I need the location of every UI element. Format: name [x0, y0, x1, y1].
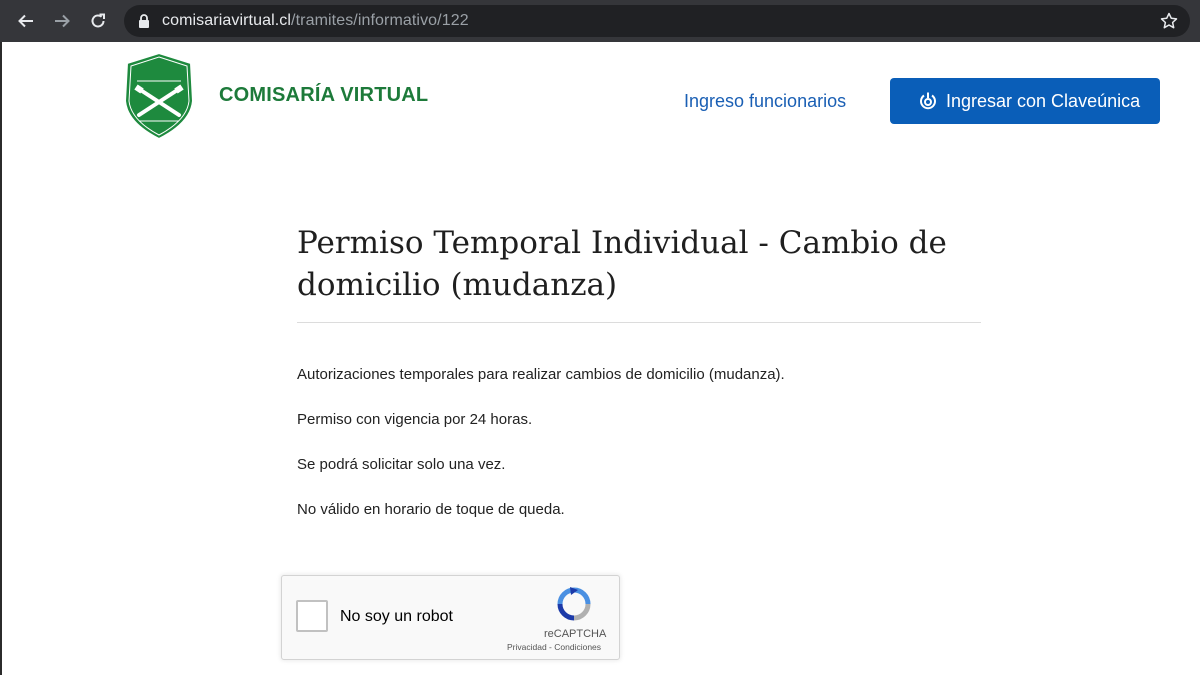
back-arrow-icon[interactable]	[8, 3, 44, 39]
power-icon	[918, 91, 938, 111]
recaptcha-widget: No soy un robot reCAPTCHA Privacidad - C…	[281, 575, 620, 660]
claveunica-button-label: Ingresar con Claveúnica	[946, 90, 1141, 111]
staff-login-link[interactable]: Ingreso funcionarios	[684, 91, 846, 112]
claveunica-login-button[interactable]: Ingresar con Claveúnica	[890, 78, 1160, 124]
recaptcha-checkbox[interactable]	[296, 600, 328, 632]
url-text: comisariavirtual.cl/tramites/informativo…	[162, 12, 469, 30]
address-bar[interactable]: comisariavirtual.cl/tramites/informativo…	[124, 5, 1190, 37]
recaptcha-logo-icon	[557, 587, 591, 621]
forward-arrow-icon[interactable]	[44, 3, 80, 39]
site-brand[interactable]: COMISARÍA VIRTUAL	[219, 84, 428, 107]
url-host: comisariavirtual.cl	[162, 12, 292, 29]
recaptcha-label: No soy un robot	[340, 608, 453, 625]
url-path: /tramites/informativo/122	[291, 12, 469, 29]
title-divider	[297, 322, 981, 323]
description-paragraph: Autorizaciones temporales para realizar …	[297, 366, 785, 383]
lock-icon	[139, 14, 149, 28]
page-title: Permiso Temporal Individual - Cambio de …	[297, 225, 947, 303]
validity-paragraph: Permiso con vigencia por 24 horas.	[297, 411, 533, 428]
window-edge	[0, 42, 2, 675]
carabineros-logo[interactable]	[119, 51, 199, 141]
curfew-paragraph: No válido en horario de toque de queda.	[297, 501, 565, 518]
browser-toolbar: comisariavirtual.cl/tramites/informativo…	[0, 0, 1200, 42]
frequency-paragraph: Se podrá solicitar solo una vez.	[297, 456, 506, 473]
recaptcha-brand: reCAPTCHA	[544, 628, 607, 640]
recaptcha-privacy-links[interactable]: Privacidad - Condiciones	[507, 642, 601, 652]
reload-icon[interactable]	[80, 3, 116, 39]
star-icon[interactable]	[1160, 12, 1178, 30]
